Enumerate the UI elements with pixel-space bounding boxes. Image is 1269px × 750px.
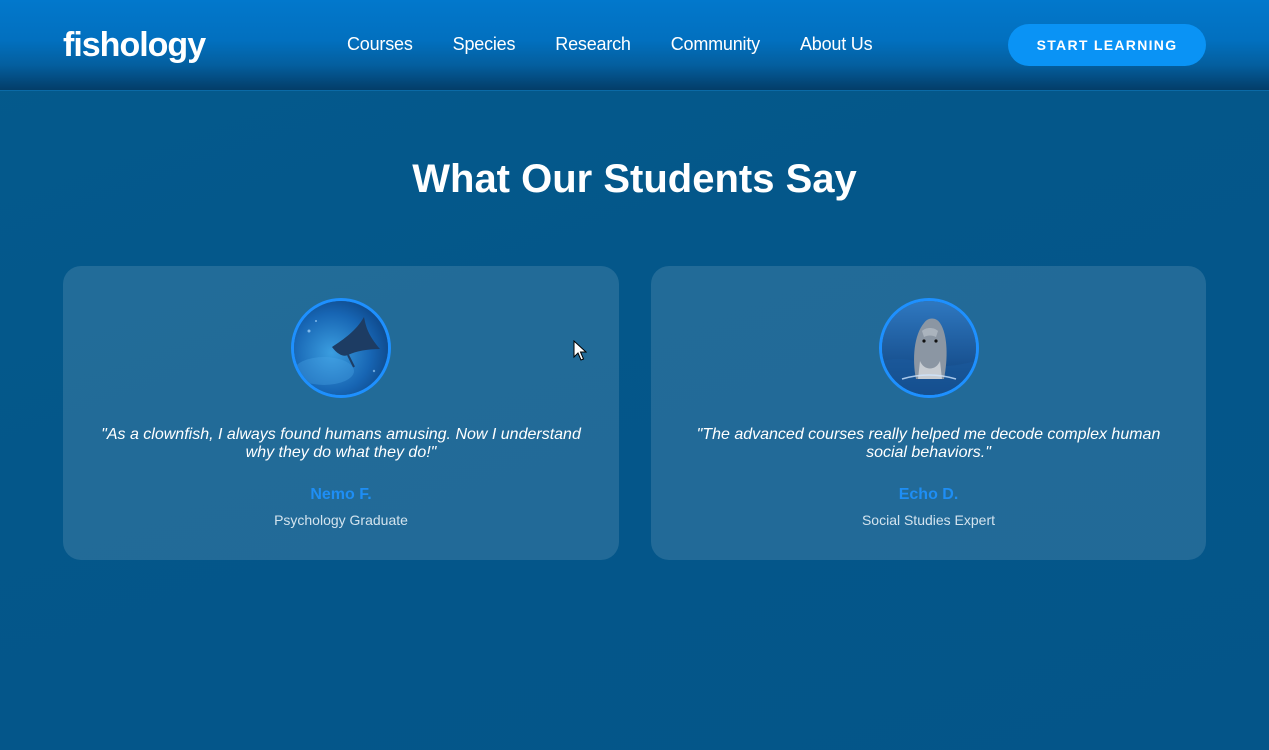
dolphin-avatar: [878, 298, 979, 398]
main-nav: Courses Species Research Community About…: [347, 33, 912, 55]
nav-link-courses[interactable]: Courses: [347, 33, 413, 55]
nav-link-about-us[interactable]: About Us: [800, 33, 873, 55]
section-title: What Our Students Say: [412, 157, 857, 201]
manta-ray-icon: [294, 301, 388, 395]
top-navbar: fishology Courses Species Research Commu…: [0, 0, 1269, 91]
nav-link-research[interactable]: Research: [555, 33, 631, 55]
testimonial-quote: "As a clownfish, I always found humans a…: [101, 426, 581, 461]
start-learning-button[interactable]: START LEARNING: [1008, 24, 1206, 66]
dolphin-icon: [881, 301, 976, 395]
testimonial-card: "The advanced courses really helped me d…: [651, 266, 1206, 560]
testimonial-name: Echo D.: [898, 486, 959, 503]
testimonial-card: "As a clownfish, I always found humans a…: [63, 266, 619, 560]
testimonial-name: Nemo F.: [310, 486, 372, 503]
testimonial-role: Psychology Graduate: [274, 512, 408, 528]
testimonial-role: Social Studies Expert: [861, 512, 996, 528]
mouse-pointer-icon: [573, 340, 587, 361]
site-logo[interactable]: fishology: [63, 25, 206, 65]
nav-link-community[interactable]: Community: [671, 33, 760, 55]
manta-ray-avatar: [291, 298, 391, 398]
testimonial-quote: "The advanced courses really helped me d…: [696, 426, 1161, 461]
nav-link-species[interactable]: Species: [453, 33, 516, 55]
